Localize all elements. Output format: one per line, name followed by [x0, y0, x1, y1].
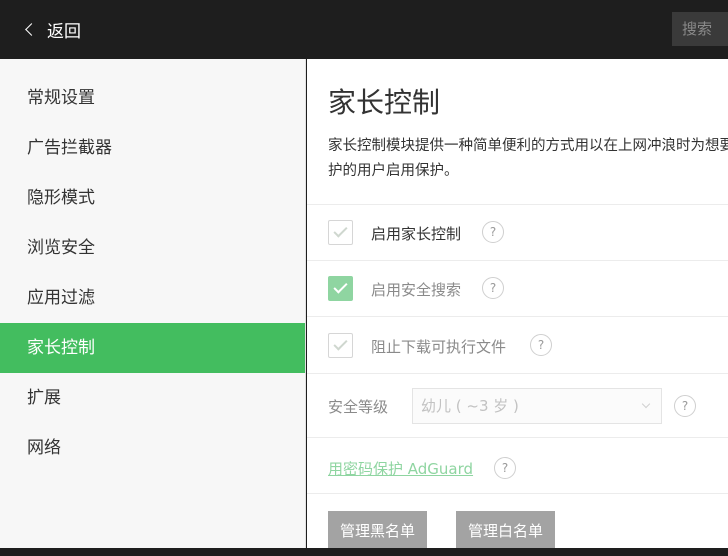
option-row-enable-parental-control: 启用家长控制 ? [307, 204, 728, 260]
sensitivity-value: 幼儿 ( ~3 岁 ) [421, 397, 519, 415]
enable-parental-control-label: 启用家长控制 [371, 225, 462, 243]
list-buttons-row: 管理黑名单 管理白名单 [307, 493, 728, 548]
enable-parental-control-checkbox[interactable] [328, 220, 353, 245]
sensitivity-label: 安全等级 [328, 398, 389, 416]
sidebar-item-browsing-security[interactable]: 浏览安全 [0, 223, 305, 273]
sidebar-item-stealth-mode[interactable]: 隐形模式 [0, 173, 305, 223]
back-label: 返回 [47, 21, 81, 42]
option-row-enable-safe-search: 启用安全搜索 ? [307, 260, 728, 316]
page-title: 家长控制 [328, 86, 441, 119]
chevron-down-icon [641, 399, 651, 409]
window-bottom-edge [0, 548, 728, 556]
sidebar: 常规设置 广告拦截器 隐形模式 浏览安全 应用过滤 家长控制 扩展 网络 [0, 59, 306, 548]
sidebar-item-ad-blocker[interactable]: 广告拦截器 [0, 123, 305, 173]
check-icon [333, 223, 348, 238]
sensitivity-select[interactable]: 幼儿 ( ~3 岁 ) [412, 388, 662, 424]
help-icon[interactable]: ? [674, 395, 696, 417]
check-icon [333, 279, 348, 294]
sidebar-item-app-filtering[interactable]: 应用过滤 [0, 273, 305, 323]
help-icon[interactable]: ? [482, 277, 504, 299]
help-icon[interactable]: ? [530, 334, 552, 356]
sidebar-item-general[interactable]: 常规设置 [0, 73, 305, 123]
page-description: 家长控制模块提供一种简单便利的方式用以在上网冲浪时为想要提供保护的用户启用保护。 [328, 138, 728, 179]
block-executables-checkbox[interactable] [328, 333, 353, 358]
password-row: 用密码保护 AdGuard ? [307, 437, 728, 493]
check-icon [333, 336, 348, 351]
password-protect-link[interactable]: 用密码保护 AdGuard [328, 458, 473, 479]
top-bar: 返回 搜索 [0, 0, 728, 59]
main-panel: 家长控制 家长控制模块提供一种简单便利的方式用以在上网冲浪时为想要提供保护的用户… [307, 59, 728, 548]
option-row-block-executables: 阻止下载可执行文件 ? [307, 316, 728, 373]
manage-blacklist-button[interactable]: 管理黑名单 [328, 511, 428, 548]
sidebar-item-network[interactable]: 网络 [0, 423, 305, 473]
sidebar-item-parental-control[interactable]: 家长控制 [0, 323, 305, 373]
enable-safe-search-checkbox[interactable] [328, 276, 353, 301]
search-button[interactable]: 搜索 [672, 12, 728, 46]
block-executables-label: 阻止下载可执行文件 [371, 338, 507, 356]
chevron-left-icon [25, 22, 38, 36]
help-icon[interactable]: ? [482, 221, 504, 243]
back-button[interactable]: 返回 [24, 14, 81, 44]
sensitivity-row: 安全等级 幼儿 ( ~3 岁 ) ? [307, 373, 728, 437]
sidebar-item-extensions[interactable]: 扩展 [0, 373, 305, 423]
help-icon[interactable]: ? [494, 457, 516, 479]
enable-safe-search-label: 启用安全搜索 [371, 281, 462, 299]
manage-whitelist-button[interactable]: 管理白名单 [456, 511, 556, 548]
